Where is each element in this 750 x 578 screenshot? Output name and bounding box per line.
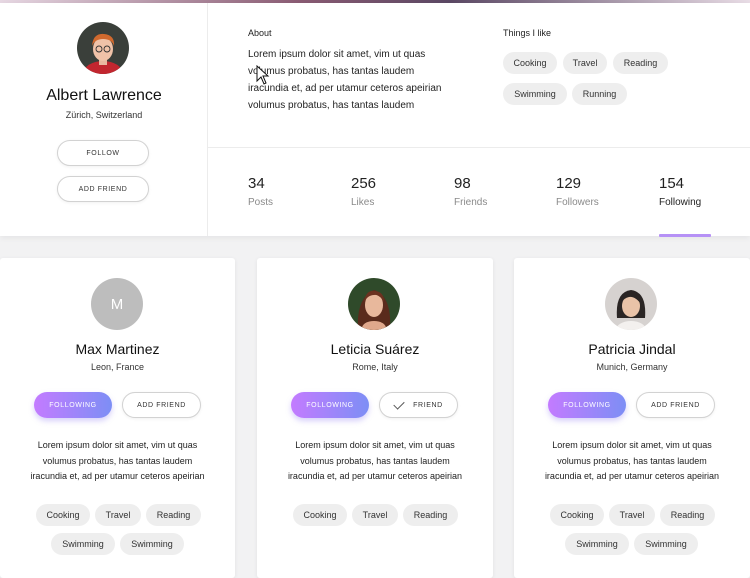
friend-location: Rome, Italy xyxy=(352,362,398,372)
stat-value: 129 xyxy=(556,175,582,192)
about-line: volumus probatus, has tantas laudem xyxy=(248,66,415,77)
friend-button[interactable]: FRIEND xyxy=(379,392,458,418)
interest-tag[interactable]: Cooking xyxy=(36,504,90,526)
interest-tag[interactable]: Cooking xyxy=(550,504,604,526)
interest-tag[interactable]: Swimming xyxy=(634,533,698,555)
interest-tag[interactable]: Travel xyxy=(95,504,141,526)
friend-card: Patricia Jindal Munich, Germany FOLLOWIN… xyxy=(514,258,750,578)
following-button[interactable]: FOLLOWING xyxy=(291,392,369,418)
bio-line: volumus probatus, has tantas laudem xyxy=(42,455,193,466)
like-tag[interactable]: Travel xyxy=(563,52,607,74)
likes-heading: Things I like xyxy=(503,28,552,38)
like-tag[interactable]: Reading xyxy=(613,52,668,74)
interest-tag[interactable]: Reading xyxy=(146,504,201,526)
interest-tag[interactable]: Travel xyxy=(352,504,398,526)
follow-button[interactable]: FOLLOW xyxy=(57,140,149,166)
interest-tag[interactable]: Cooking xyxy=(293,504,347,526)
like-tag[interactable]: Swimming xyxy=(503,83,567,105)
add-friend-button[interactable]: ADD FRIEND xyxy=(57,176,149,202)
profile-location: Zürich, Switzerland xyxy=(65,110,143,120)
bio-line: iracundia et, ad per utamur ceteros apei… xyxy=(287,471,463,481)
friend-location: Leon, France xyxy=(90,362,145,372)
friend-bio: Lorem ipsum dolor sit amet, vim ut quas … xyxy=(0,438,235,485)
like-tag[interactable]: Running xyxy=(572,83,627,105)
friend-button-label: FRIEND xyxy=(413,401,443,409)
about-line: Lorem ipsum dolor sit amet, vim ut quas xyxy=(248,49,426,60)
stat-value: 256 xyxy=(351,175,377,192)
following-button[interactable]: FOLLOWING xyxy=(34,392,112,418)
friend-name: Max Martinez xyxy=(75,341,160,357)
friend-avatar[interactable]: M xyxy=(91,278,143,330)
friend-bio: Lorem ipsum dolor sit amet, vim ut quas … xyxy=(514,438,750,485)
stat-label: Followers xyxy=(556,197,599,208)
avatar-initial: M xyxy=(110,295,124,313)
stat-label: Likes xyxy=(351,197,375,208)
stat-value: 98 xyxy=(454,175,471,192)
bio-line: volumus probatus, has tantas laudem xyxy=(300,455,450,466)
friend-bio: Lorem ipsum dolor sit amet, vim ut quas … xyxy=(257,438,493,485)
about-heading: About xyxy=(248,28,272,38)
friend-name: Leticia Suárez xyxy=(330,341,420,357)
friend-avatar[interactable] xyxy=(348,278,400,330)
add-friend-button[interactable]: ADD FRIEND xyxy=(636,392,715,418)
profile-summary: Albert Lawrence Zürich, Switzerland FOLL… xyxy=(0,3,208,236)
interest-tag[interactable]: Reading xyxy=(660,504,715,526)
about-line: volumus probatus, has tantas laudem xyxy=(248,100,415,111)
active-tab-underline xyxy=(659,234,711,237)
profile-name: Albert Lawrence xyxy=(46,87,162,104)
profile-header: Albert Lawrence Zürich, Switzerland FOLL… xyxy=(0,3,750,237)
about-text: Lorem ipsum dolor sit amet, vim ut quas … xyxy=(248,46,468,114)
bio-line: iracundia et, ad per utamur ceteros apei… xyxy=(30,471,205,481)
interest-tag[interactable]: Swimming xyxy=(51,533,115,555)
add-friend-button[interactable]: ADD FRIEND xyxy=(122,392,201,418)
stat-label: Following xyxy=(659,197,702,208)
friend-card: Leticia Suárez Rome, Italy FOLLOWING FRI… xyxy=(257,258,493,578)
following-button[interactable]: FOLLOWING xyxy=(548,392,626,418)
mouse-cursor-icon xyxy=(256,65,270,85)
about-line: iracundia et, ad per utamur ceteros apei… xyxy=(248,83,442,94)
bio-line: Lorem ipsum dolor sit amet, vim ut quas xyxy=(37,440,198,450)
like-tag[interactable]: Cooking xyxy=(503,52,557,74)
bio-line: volumus probatus, has tantas laudem xyxy=(557,455,707,466)
header-divider xyxy=(208,147,750,148)
stat-following[interactable]: 154 Following xyxy=(659,175,701,208)
friend-name: Patricia Jindal xyxy=(588,341,676,357)
stat-label: Friends xyxy=(454,197,488,208)
stat-value: 34 xyxy=(248,175,265,192)
stat-friends[interactable]: 98 Friends xyxy=(454,175,487,208)
bio-line: Lorem ipsum dolor sit amet, vim ut quas xyxy=(552,440,712,450)
bio-line: Lorem ipsum dolor sit amet, vim ut quas xyxy=(295,440,455,450)
profile-avatar[interactable] xyxy=(77,22,129,74)
stat-label: Posts xyxy=(248,197,274,208)
stat-followers[interactable]: 129 Followers xyxy=(556,175,599,208)
bio-line: iracundia et, ad per utamur ceteros apei… xyxy=(544,471,720,481)
interest-tag[interactable]: Swimming xyxy=(120,533,184,555)
friend-avatar[interactable] xyxy=(605,278,657,330)
stat-value: 154 xyxy=(659,175,685,192)
stat-posts[interactable]: 34 Posts xyxy=(248,175,273,208)
friend-card: M Max Martinez Leon, France FOLLOWING AD… xyxy=(0,258,235,578)
check-icon xyxy=(393,397,405,410)
interest-tag[interactable]: Travel xyxy=(609,504,655,526)
interest-tag[interactable]: Swimming xyxy=(565,533,629,555)
friend-location: Munich, Germany xyxy=(596,362,668,372)
interest-tag[interactable]: Reading xyxy=(403,504,458,526)
stat-likes[interactable]: 256 Likes xyxy=(351,175,376,208)
